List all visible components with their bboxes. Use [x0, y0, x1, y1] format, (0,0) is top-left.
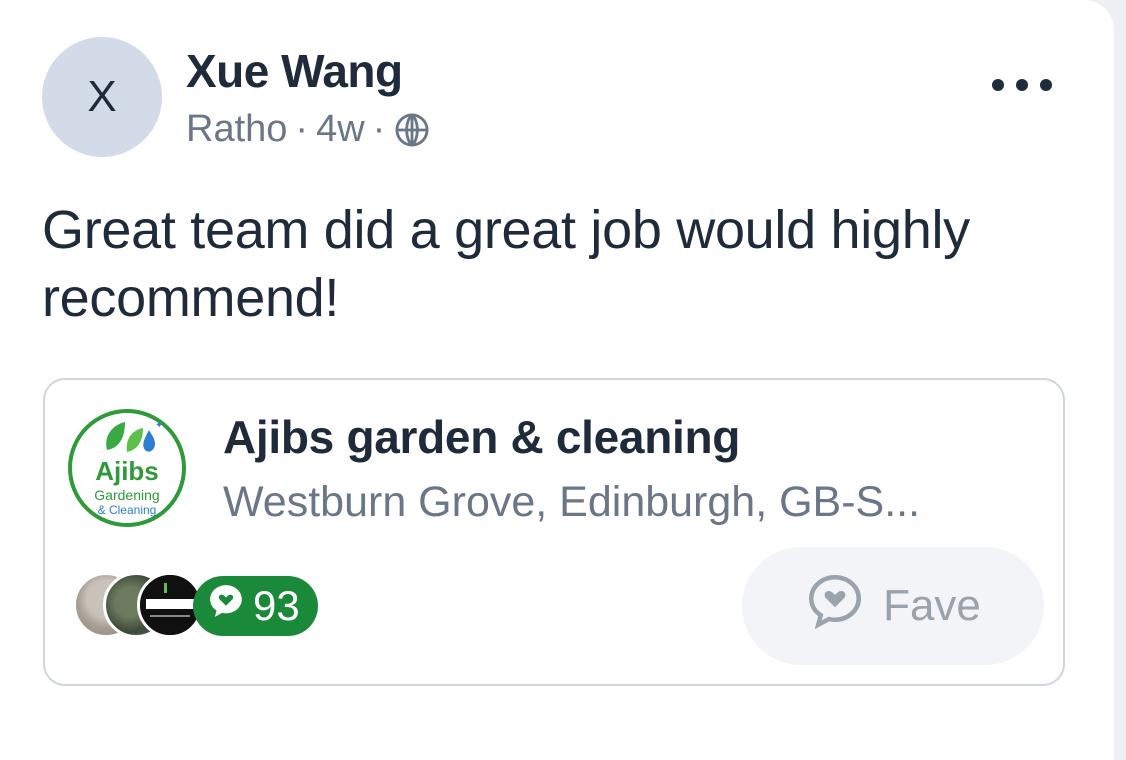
post-meta: Ratho · 4w ·	[186, 108, 431, 151]
reviews-count-badge[interactable]: 93	[193, 576, 318, 636]
more-dot	[1040, 79, 1052, 91]
meta-separator: ·	[295, 108, 309, 150]
author-name[interactable]: Xue Wang	[186, 44, 403, 98]
fave-button[interactable]: Fave	[742, 547, 1044, 665]
more-dot	[992, 79, 1004, 91]
author-location[interactable]: Ratho	[186, 108, 287, 151]
business-card[interactable]: ✦ Ajibs Gardening & Cleaning Ajibs garde…	[43, 378, 1065, 686]
business-logo: ✦ Ajibs Gardening & Cleaning	[67, 408, 187, 528]
svg-text:& Cleaning: & Cleaning	[98, 503, 157, 517]
post-time[interactable]: 4w	[316, 108, 365, 151]
business-address: Westburn Grove, Edinburgh, GB-S...	[223, 478, 921, 526]
more-dot	[1016, 79, 1028, 91]
meta-separator: ·	[372, 108, 386, 150]
fave-label: Fave	[883, 581, 981, 630]
svg-text:Ajibs: Ajibs	[95, 456, 159, 486]
avatar-initial: X	[87, 72, 117, 121]
svg-text:Gardening: Gardening	[94, 487, 159, 503]
post-body: Great team did a great job would highly …	[42, 200, 970, 328]
post-card: X Xue Wang Ratho · 4w · Great team did a…	[0, 0, 1114, 760]
business-name[interactable]: Ajibs garden & cleaning	[223, 410, 740, 464]
reviews-count: 93	[253, 582, 300, 629]
author-avatar[interactable]: X	[42, 37, 162, 157]
globe-icon	[393, 111, 431, 149]
more-options-icon[interactable]	[992, 70, 1052, 100]
speech-bubble-heart-icon	[207, 582, 245, 630]
svg-text:✦: ✦	[155, 420, 163, 431]
reviewer-avatars[interactable]	[73, 572, 213, 638]
speech-bubble-heart-outline-icon	[805, 571, 865, 642]
